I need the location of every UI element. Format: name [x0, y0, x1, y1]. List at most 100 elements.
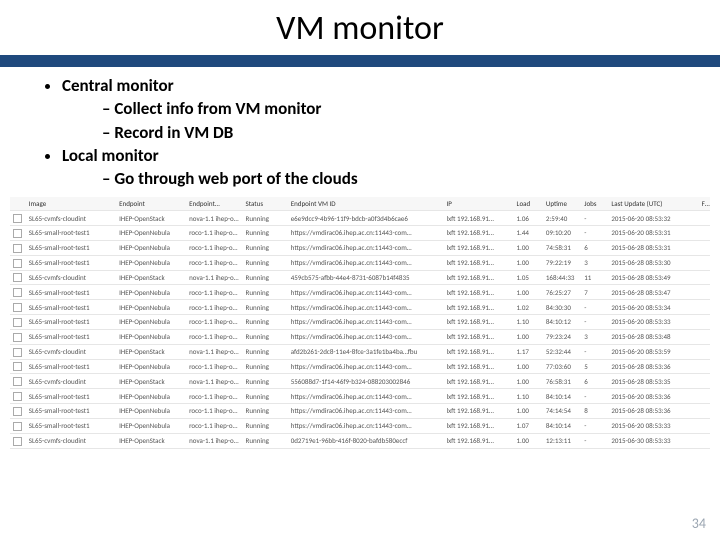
row-checkbox[interactable] — [10, 329, 26, 344]
cell-fr — [699, 300, 710, 315]
cell-lastupdate: 2015-06-30 08:53:33 — [608, 433, 698, 448]
cell-lastupdate: 2015-06-28 08:53:35 — [608, 374, 698, 389]
row-checkbox[interactable] — [10, 418, 26, 433]
cell-image: SL65-small-root-test1 — [26, 300, 116, 315]
cell-endpoint: IHEP-OpenNebula — [116, 359, 186, 374]
vm-table-wrap: Image Endpoint Endpoint… Status Endpoint… — [10, 197, 710, 448]
cell-load: 1.17 — [514, 344, 543, 359]
cell-status: Running — [243, 240, 288, 255]
cell-vmid: afd2b261-2dc8-11e4-8fce-3a1fe1ba4ba…fbu — [288, 344, 444, 359]
cell-uptime: 84:30:30 — [543, 300, 581, 315]
cell-vmid: https://vmdirac06.ihep.ac.cn:11443-com… — [288, 255, 444, 270]
cell-lastupdate: 2015-06-28 08:53:31 — [608, 240, 698, 255]
cell-load: 1.00 — [514, 359, 543, 374]
cell-vmid: 0d2719e1-96bb-416f-8020-bafdb580eccf — [288, 433, 444, 448]
cell-endpoint-inst: roco-1.1 ihep-o… — [186, 329, 242, 344]
cell-uptime: 84:10:12 — [543, 315, 581, 330]
row-checkbox[interactable] — [10, 374, 26, 389]
cell-uptime: 52:32:44 — [543, 344, 581, 359]
cell-load: 1.07 — [514, 418, 543, 433]
cell-status: Running — [243, 329, 288, 344]
bullet-central: Central monitor — [62, 75, 680, 96]
row-checkbox[interactable] — [10, 433, 26, 448]
cell-fr — [699, 344, 710, 359]
cell-endpoint-inst: roco-1.1 ihep-o… — [186, 285, 242, 300]
table-header-row: Image Endpoint Endpoint… Status Endpoint… — [10, 197, 710, 211]
cell-vmid: https://vmdirac06.ihep.ac.cn:11443-com… — [288, 300, 444, 315]
cell-fr — [699, 374, 710, 389]
cell-jobs: 11 — [581, 270, 608, 285]
cell-image: SL65-small-root-test1 — [26, 329, 116, 344]
cell-vmid: 459cb575-afbb-44e4-8731-6087b14f4835 — [288, 270, 444, 285]
cell-endpoint-inst: roco-1.1 ihep-o… — [186, 300, 242, 315]
table-row: SL65-small-root-test1IHEP-OpenNebularoco… — [10, 389, 710, 404]
row-checkbox[interactable] — [10, 344, 26, 359]
cell-ip: lxft 192.168.91… — [444, 315, 514, 330]
row-checkbox[interactable] — [10, 285, 26, 300]
table-row: SL65-small-root-test1IHEP-OpenNebularoco… — [10, 359, 710, 374]
cell-endpoint-inst: roco-1.1 ihep-o… — [186, 240, 242, 255]
row-checkbox[interactable] — [10, 255, 26, 270]
cell-status: Running — [243, 226, 288, 241]
cell-load: 1.44 — [514, 226, 543, 241]
cell-jobs: - — [581, 389, 608, 404]
row-checkbox[interactable] — [10, 389, 26, 404]
cell-load: 1.00 — [514, 329, 543, 344]
cell-ip: lxft 192.168.91… — [444, 389, 514, 404]
cell-ip: lxft 192.168.91… — [444, 300, 514, 315]
cell-jobs: 5 — [581, 359, 608, 374]
cell-lastupdate: 2015-06-28 08:53:36 — [608, 359, 698, 374]
cell-ip: lxft 192.168.91… — [444, 270, 514, 285]
row-checkbox[interactable] — [10, 300, 26, 315]
cell-status: Running — [243, 404, 288, 419]
row-checkbox[interactable] — [10, 211, 26, 226]
slide-title-area: VM monitor — [0, 0, 720, 55]
cell-uptime: 77:03:60 — [543, 359, 581, 374]
cell-fr — [699, 418, 710, 433]
cell-uptime: 76:58:31 — [543, 374, 581, 389]
cell-ip: lxft 192.168.91… — [444, 211, 514, 226]
cell-status: Running — [243, 285, 288, 300]
table-row: SL65-small-root-test1IHEP-OpenNebularoco… — [10, 329, 710, 344]
cell-fr — [699, 329, 710, 344]
cell-jobs: 6 — [581, 240, 608, 255]
cell-fr — [699, 255, 710, 270]
row-checkbox[interactable] — [10, 404, 26, 419]
cell-uptime: 79:23:24 — [543, 329, 581, 344]
cell-image: SL65-small-root-test1 — [26, 240, 116, 255]
cell-ip: lxft 192.168.91… — [444, 226, 514, 241]
col-load: Load — [514, 197, 543, 211]
cell-uptime: 12:13:11 — [543, 433, 581, 448]
cell-vmid: https://vmdirac06.ihep.ac.cn:11443-com… — [288, 329, 444, 344]
cell-fr — [699, 359, 710, 374]
cell-fr — [699, 240, 710, 255]
cell-endpoint: IHEP-OpenNebula — [116, 418, 186, 433]
row-checkbox[interactable] — [10, 240, 26, 255]
cell-vmid: 556088d7-1f14-46f9-b324-088203002846 — [288, 374, 444, 389]
cell-vmid: e6e9dcc9-4b96-11f9-bdcb-a0f3d4b6cae6 — [288, 211, 444, 226]
cell-status: Running — [243, 418, 288, 433]
cell-load: 1.00 — [514, 255, 543, 270]
cell-lastupdate: 2015-06-20 08:53:59 — [608, 344, 698, 359]
row-checkbox[interactable] — [10, 226, 26, 241]
cell-ip: lxft 192.168.91… — [444, 418, 514, 433]
row-checkbox[interactable] — [10, 270, 26, 285]
cell-uptime: 79:22:19 — [543, 255, 581, 270]
cell-jobs: 6 — [581, 374, 608, 389]
bullet-central-sub1: Collect info from VM monitor — [102, 98, 680, 119]
cell-uptime: 168:44:33 — [543, 270, 581, 285]
cell-load: 1.06 — [514, 211, 543, 226]
cell-image: SL65-small-root-test1 — [26, 285, 116, 300]
cell-image: SL65-cvmfs-cloudint — [26, 374, 116, 389]
cell-jobs: - — [581, 344, 608, 359]
row-checkbox[interactable] — [10, 315, 26, 330]
table-row: SL65-small-root-test1IHEP-OpenNebularoco… — [10, 285, 710, 300]
cell-ip: lxft 192.168.91… — [444, 359, 514, 374]
cell-load: 1.05 — [514, 270, 543, 285]
table-row: SL65-small-root-test1IHEP-OpenNebularoco… — [10, 226, 710, 241]
cell-endpoint-inst: nova-1.1 ihep-o… — [186, 433, 242, 448]
cell-uptime: 09:10:20 — [543, 226, 581, 241]
cell-endpoint: IHEP-OpenNebula — [116, 404, 186, 419]
cell-status: Running — [243, 359, 288, 374]
row-checkbox[interactable] — [10, 359, 26, 374]
